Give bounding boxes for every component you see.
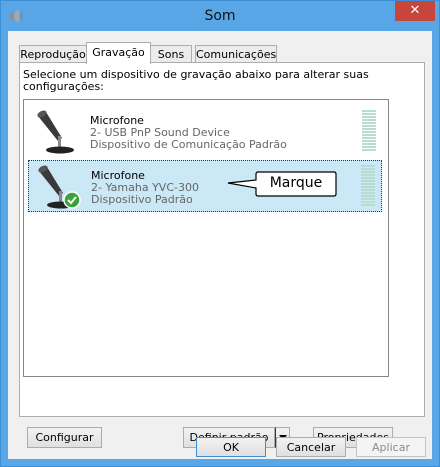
tab-sons[interactable]: Sons bbox=[150, 45, 192, 63]
tab-gravacao[interactable]: Gravação bbox=[86, 42, 151, 64]
microphone-icon bbox=[32, 108, 80, 156]
level-meter bbox=[362, 110, 376, 152]
instructions-text: Selecione um dispositivo de gravação aba… bbox=[23, 68, 369, 93]
tab-reproducao[interactable]: Reprodução bbox=[19, 45, 87, 63]
apply-button[interactable]: Aplicar bbox=[356, 437, 426, 457]
device-status: Dispositivo Padrão bbox=[91, 193, 193, 206]
tab-label: Reprodução bbox=[20, 48, 86, 61]
close-icon: ✕ bbox=[409, 3, 421, 18]
tab-label: Comunicações bbox=[196, 48, 277, 61]
window-title: Som bbox=[204, 8, 236, 24]
cancel-button[interactable]: Cancelar bbox=[276, 437, 346, 457]
device-status: Dispositivo de Comunicação Padrão bbox=[90, 138, 287, 151]
close-button[interactable]: ✕ bbox=[395, 1, 435, 21]
sound-window: Som ✕ Reprodução Gravação Sons Comunicaç… bbox=[0, 0, 440, 467]
recording-device-list[interactable]: Microfone 2- USB PnP Sound Device Dispos… bbox=[23, 99, 389, 377]
tab-comunicacoes[interactable]: Comunicações bbox=[195, 45, 277, 63]
device-item-usb-pnp[interactable]: Microfone 2- USB PnP Sound Device Dispos… bbox=[28, 106, 382, 158]
ok-button[interactable]: OK bbox=[196, 437, 266, 457]
tab-label: Sons bbox=[157, 48, 185, 61]
annotation-callout: Marque bbox=[226, 171, 338, 197]
checkmark-icon bbox=[63, 191, 81, 209]
callout-text: Marque bbox=[269, 175, 323, 191]
tab-label: Gravação bbox=[92, 46, 145, 59]
dialog-body: Reprodução Gravação Sons Comunicações Se… bbox=[8, 31, 432, 459]
level-meter bbox=[361, 165, 375, 207]
configure-button[interactable]: Configurar bbox=[27, 427, 102, 448]
title-bar[interactable]: Som ✕ bbox=[1, 1, 439, 31]
